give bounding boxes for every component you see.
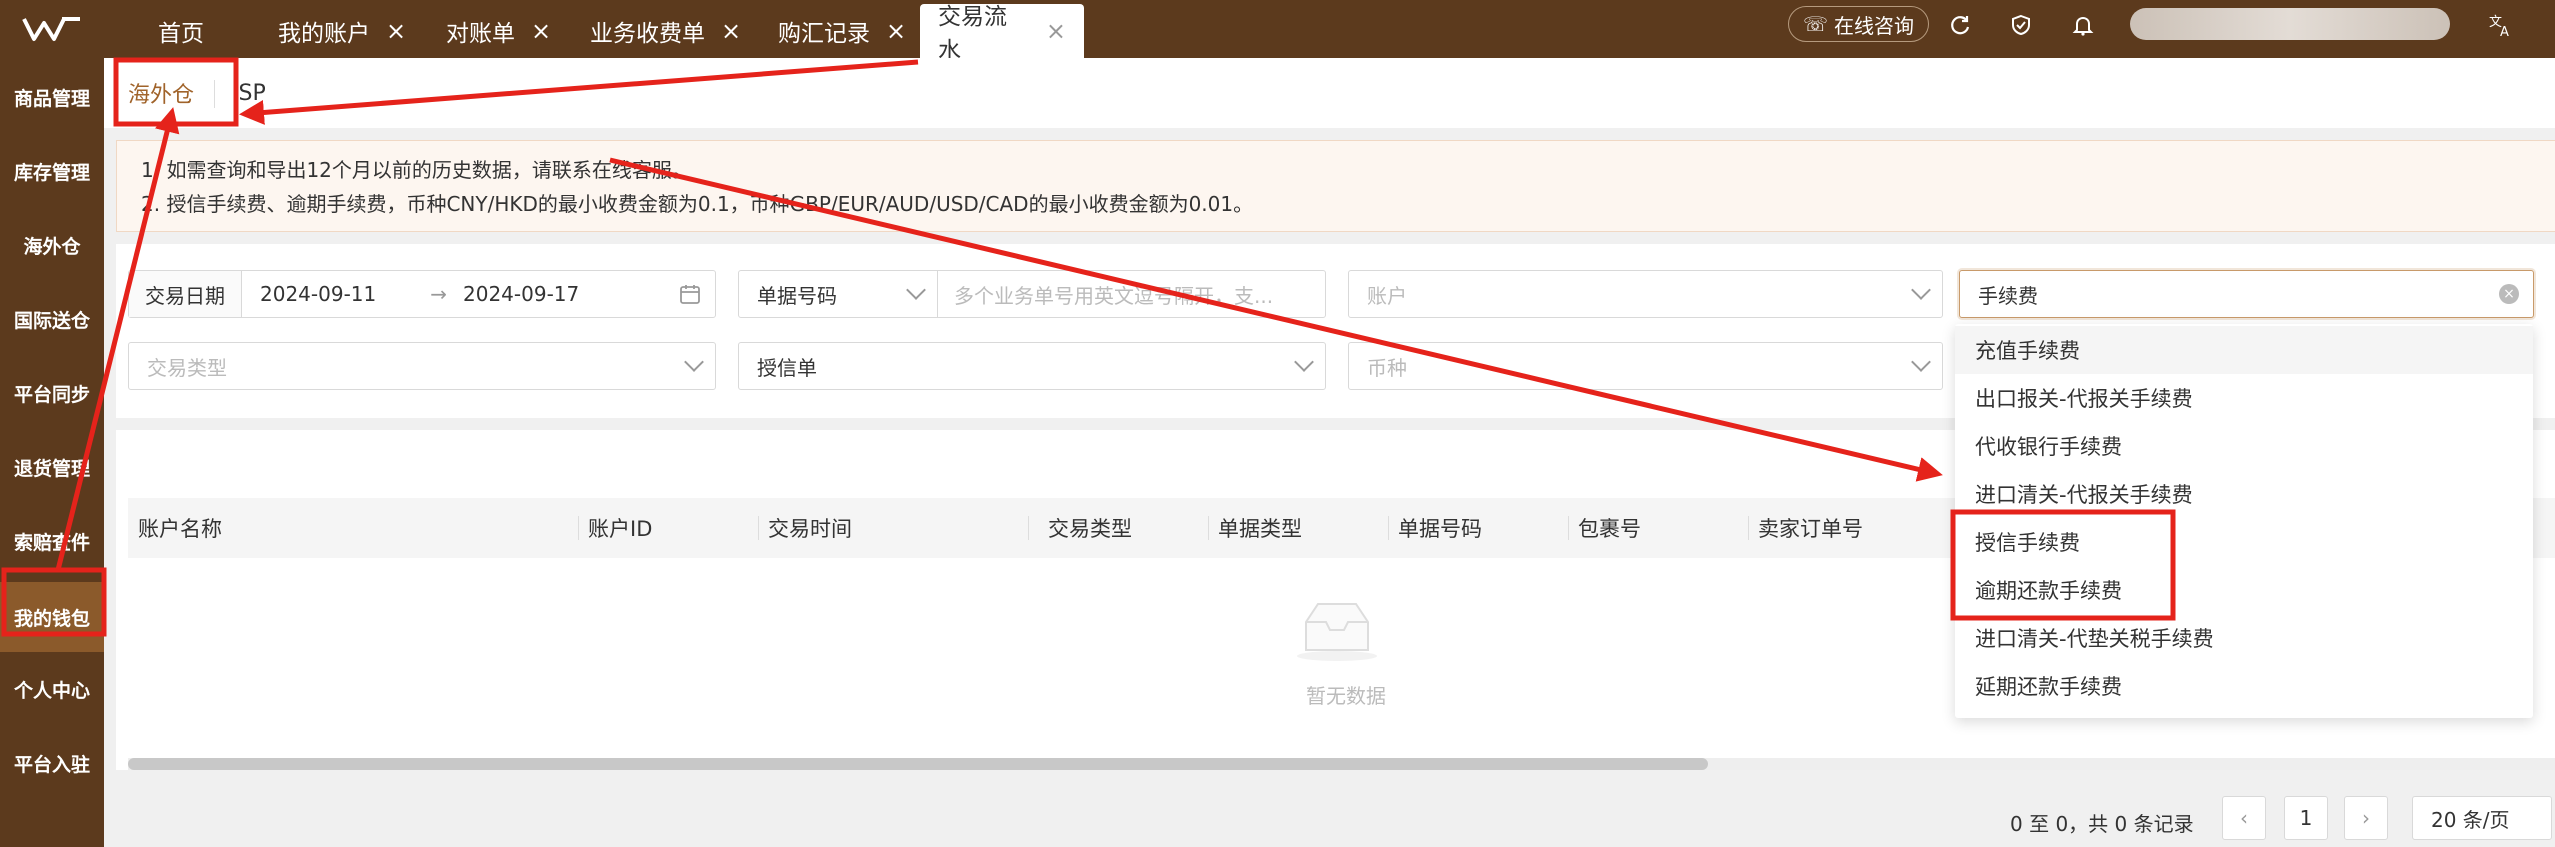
chevron-down-icon	[1911, 280, 1931, 300]
date-end[interactable]: 2024-09-17	[463, 282, 579, 306]
date-range-picker[interactable]: 交易日期 2024-09-11 → 2024-09-17	[128, 270, 716, 318]
doc-type-select[interactable]: 单据号码	[738, 270, 938, 318]
column-header: 单据号码	[1398, 517, 1482, 541]
dropdown-option[interactable]: 代收银行手续费	[1955, 422, 2533, 470]
headset-icon: ☏	[1803, 12, 1829, 36]
sidebar-item-profile[interactable]: 个人中心	[0, 654, 104, 724]
svg-text:A: A	[2500, 25, 2509, 38]
currency-select[interactable]: 币种	[1348, 342, 1943, 390]
dropdown-option[interactable]: 授信手续费	[1955, 518, 2533, 566]
empty-box-icon	[1292, 598, 1382, 662]
column-header: 交易时间	[768, 517, 852, 541]
shield-icon[interactable]	[2006, 10, 2036, 40]
dropdown-option[interactable]: 充值手续费	[1955, 326, 2533, 374]
tab-home[interactable]: 首页	[140, 4, 222, 58]
column-header: 单据类型	[1218, 517, 1302, 541]
tab-business-fee[interactable]: 业务收费单 ×	[572, 4, 759, 58]
scrollbar-thumb[interactable]	[128, 758, 1708, 770]
close-icon[interactable]: ×	[386, 17, 406, 45]
column-header: 账户名称	[138, 517, 222, 541]
chevron-down-icon	[906, 280, 926, 300]
subtab-isp[interactable]: ISP	[232, 58, 266, 128]
sidebar-item-returns[interactable]: 退货管理	[0, 432, 104, 502]
divider	[214, 80, 215, 108]
close-icon[interactable]: ×	[886, 17, 906, 45]
sidebar-item-platform-sync[interactable]: 平台同步	[0, 358, 104, 428]
sidebar-item-overseas-warehouse[interactable]: 海外仓	[0, 210, 104, 280]
date-start[interactable]: 2024-09-11	[260, 282, 376, 306]
translate-icon[interactable]: 文A	[2486, 10, 2516, 40]
close-icon[interactable]: ×	[1046, 17, 1066, 45]
logo-icon	[22, 17, 80, 41]
doc-kind-select[interactable]: 授信单	[738, 342, 1326, 390]
subtab-overseas-warehouse[interactable]: 海外仓	[128, 58, 194, 128]
chevron-down-icon	[1911, 352, 1931, 372]
bell-icon[interactable]	[2068, 10, 2098, 40]
tab-fx-records[interactable]: 购汇记录 ×	[760, 4, 924, 58]
page-number-button[interactable]: 1	[2284, 796, 2328, 840]
sidebar-item-platform-join[interactable]: 平台入驻	[0, 728, 104, 798]
dropdown-option[interactable]: 出口报关-代报关手续费	[1955, 374, 2533, 422]
fee-type-search[interactable]: 手续费 ×	[1959, 270, 2534, 318]
logo[interactable]	[0, 0, 104, 58]
trade-type-select[interactable]: 交易类型	[128, 342, 716, 390]
empty-text: 暂无数据	[1306, 684, 1386, 708]
tab-transactions[interactable]: 交易流水 ×	[920, 4, 1084, 64]
chevron-left-icon: ‹	[2240, 806, 2248, 830]
dropdown-option[interactable]: 延期还款手续费	[1955, 662, 2533, 710]
online-consult-button[interactable]: ☏ 在线咨询	[1788, 6, 1930, 42]
chevron-right-icon: ›	[2362, 806, 2370, 830]
sidebar-item-wallet[interactable]: 我的钱包	[0, 582, 104, 652]
subtabs: 海外仓 ISP	[104, 58, 2555, 128]
column-header: 交易类型	[1048, 517, 1132, 541]
clear-icon[interactable]: ×	[2499, 284, 2519, 304]
notice-banner: 1. 如需查询和导出12个月以前的历史数据，请联系在线客服。 2. 授信手续费、…	[116, 140, 2555, 232]
date-label: 交易日期	[129, 271, 242, 317]
chevron-down-icon	[684, 352, 704, 372]
arrow-right-icon: →	[430, 282, 447, 306]
calendar-icon	[679, 283, 701, 310]
dropdown-option[interactable]: 逾期还款手续费	[1955, 566, 2533, 614]
doc-number-input[interactable]: 多个业务单号用英文逗号隔开，支...	[937, 270, 1326, 318]
dropdown-option[interactable]: 进口清关-代报关手续费	[1955, 470, 2533, 518]
tab-my-account[interactable]: 我的账户 ×	[260, 4, 424, 58]
notice-line: 1. 如需查询和导出12个月以前的历史数据，请联系在线客服。	[141, 158, 692, 182]
column-header: 卖家订单号	[1758, 517, 1863, 541]
account-select[interactable]: 账户	[1348, 270, 1943, 318]
page-size-select[interactable]: 20 条/页	[2412, 796, 2552, 840]
dropdown-option[interactable]: 进口清关-代垫关税手续费	[1955, 614, 2533, 662]
horizontal-scrollbar[interactable]	[128, 758, 2555, 770]
column-header: 账户ID	[588, 517, 653, 541]
sidebar: 商品管理 库存管理 海外仓 国际送仓 平台同步 退货管理 索赔查件 我的钱包 个…	[0, 58, 104, 847]
close-icon[interactable]: ×	[721, 17, 741, 45]
sidebar-item-intl-delivery[interactable]: 国际送仓	[0, 284, 104, 354]
close-icon[interactable]: ×	[531, 17, 551, 45]
column-header: 包裹号	[1578, 517, 1641, 541]
sidebar-item-claims[interactable]: 索赔查件	[0, 506, 104, 576]
notice-line: 2. 授信手续费、逾期手续费，币种CNY/HKD的最小收费金额为0.1，币种GB…	[141, 192, 1254, 216]
divider	[1028, 516, 1029, 540]
user-info[interactable]	[2130, 8, 2450, 40]
prev-page-button[interactable]: ‹	[2222, 796, 2266, 840]
tab-statement[interactable]: 对账单 ×	[428, 4, 569, 58]
next-page-button[interactable]: ›	[2344, 796, 2388, 840]
refresh-icon[interactable]	[1945, 10, 1975, 40]
fee-type-dropdown: 充值手续费 出口报关-代报关手续费 代收银行手续费 进口清关-代报关手续费 授信…	[1955, 324, 2533, 718]
sidebar-item-products[interactable]: 商品管理	[0, 62, 104, 132]
top-bar: 首页 我的账户 × 对账单 × 业务收费单 × 购汇记录 × 交易流水 × ☏ 在线咨询 …	[0, 0, 2555, 64]
sidebar-item-inventory[interactable]: 库存管理	[0, 136, 104, 206]
pagination-summary: 0 至 0，共 0 条记录	[2010, 811, 2194, 836]
chevron-down-icon	[1294, 352, 1314, 372]
